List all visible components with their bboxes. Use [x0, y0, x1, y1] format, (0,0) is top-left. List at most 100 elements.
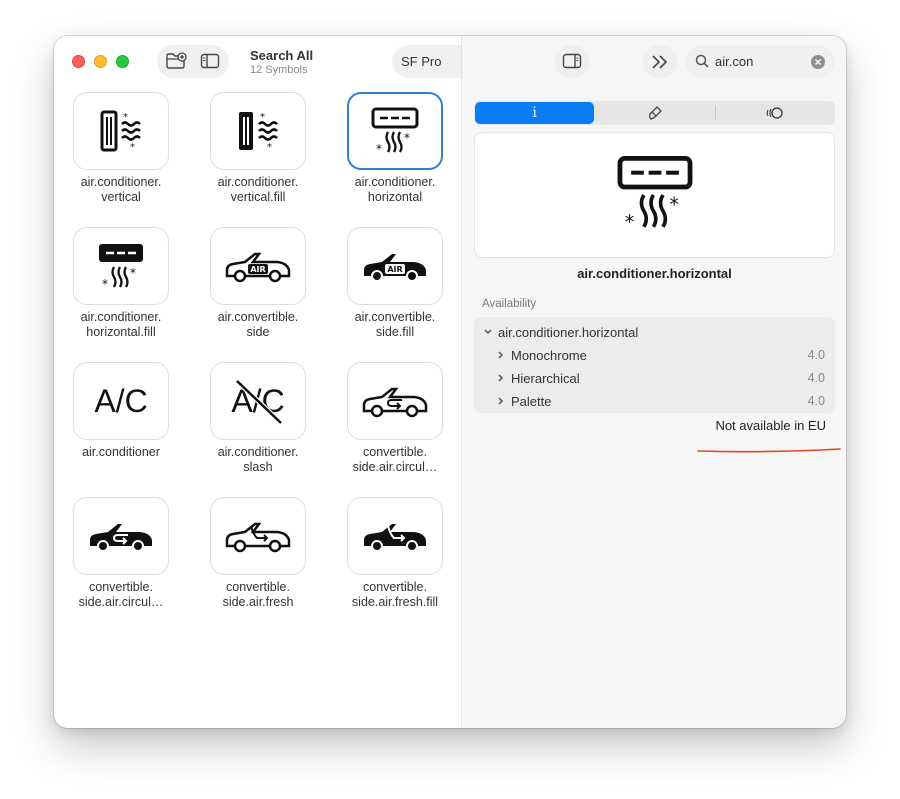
- symbol-name: air.conditioner. horizontal.fill: [80, 310, 162, 339]
- symbol-tile-selected[interactable]: * *: [347, 92, 443, 170]
- symbol-preview: * *: [474, 132, 835, 258]
- symbol-tile[interactable]: * *: [73, 227, 169, 305]
- search-field[interactable]: [685, 45, 835, 78]
- svg-text:*: *: [376, 142, 382, 156]
- svg-text:AIR: AIR: [387, 265, 402, 274]
- air-conditioner-vertical-icon: * *: [100, 110, 141, 153]
- clear-search-button[interactable]: [811, 55, 825, 69]
- symbol-name: convertible. side.air.circul…: [352, 445, 438, 474]
- svg-text:AIR: AIR: [250, 265, 265, 274]
- symbol-name: air.conditioner. slash: [217, 445, 299, 474]
- symbol-tile[interactable]: [347, 497, 443, 575]
- more-toolbar-items-button[interactable]: [642, 45, 678, 78]
- svg-text:*: *: [123, 112, 128, 123]
- symbol-cell[interactable]: * * air.conditioner. vertical: [56, 92, 186, 205]
- svg-text:*: *: [624, 210, 634, 233]
- mode-version: 4.0: [807, 394, 825, 408]
- tab-info[interactable]: i: [475, 102, 595, 124]
- search-input[interactable]: [715, 54, 805, 69]
- selected-symbol-name: air.conditioner.horizontal: [577, 266, 732, 281]
- symbol-tile[interactable]: A/C: [73, 362, 169, 440]
- symbol-tile[interactable]: [73, 497, 169, 575]
- toggle-inspector-button[interactable]: [554, 45, 590, 78]
- paintbrush-icon: [649, 106, 662, 120]
- symbol-cell-selected[interactable]: * * air.conditioner. horizontal: [330, 92, 460, 205]
- air-conditioner-text-icon: A/C: [94, 382, 148, 419]
- sidebar-left-icon: [200, 53, 220, 69]
- mode-label: Hierarchical: [511, 370, 580, 386]
- convertible-air-fresh-icon: [225, 522, 291, 553]
- symbol-tile[interactable]: [347, 362, 443, 440]
- convertible-air-fresh-fill-icon: [364, 524, 426, 552]
- tab-rendering[interactable]: [595, 101, 714, 125]
- air-convertible-side-icon: AIR: [225, 252, 291, 283]
- symbol-cell[interactable]: * * air.conditioner. horizontal.fill: [56, 227, 186, 340]
- svg-text:*: *: [102, 277, 108, 291]
- annotation-underline: [697, 448, 841, 453]
- mode-version: 4.0: [807, 371, 825, 385]
- search-icon: [695, 54, 709, 68]
- inspector-pane: i * * air.conditioner.horizontal Availab…: [461, 36, 846, 728]
- convertible-air-circulate-icon: [362, 387, 428, 418]
- symbol-name: air.convertible. side.fill: [354, 310, 436, 339]
- inspector-tabs: i: [474, 101, 835, 125]
- sidebar-right-icon: [562, 53, 582, 69]
- minimize-window-button[interactable]: [94, 55, 107, 68]
- availability-mode-row[interactable]: Monochrome 4.0: [474, 344, 835, 366]
- zoom-window-button[interactable]: [116, 55, 129, 68]
- symbol-cell[interactable]: AIR air.convertible. side.fill: [330, 227, 460, 340]
- window-title: Search All: [250, 48, 314, 63]
- symbol-cell[interactable]: convertible. side.air.circul…: [330, 362, 460, 475]
- symbol-tile[interactable]: AIR: [347, 227, 443, 305]
- availability-mode-row[interactable]: Hierarchical 4.0: [474, 367, 835, 389]
- close-window-button[interactable]: [72, 55, 85, 68]
- symbol-browser-pane: Search All 12 Symbols SF Pro * * air.con…: [54, 36, 547, 728]
- slash-icon: [235, 379, 283, 425]
- convertible-air-circulate-fill-icon: [90, 524, 152, 552]
- svg-text:*: *: [267, 142, 272, 153]
- symbol-cell[interactable]: A/C air.conditioner.slash: [193, 362, 323, 475]
- symbol-cell[interactable]: convertible. side.air.fresh.fill: [330, 497, 460, 610]
- symbol-tile[interactable]: AIR: [210, 227, 306, 305]
- symbol-count: 12 Symbols: [250, 64, 308, 76]
- mode-label: Monochrome: [511, 347, 587, 363]
- chevron-right-icon: [498, 374, 504, 382]
- mode-label: Palette: [511, 393, 552, 409]
- window-title-block: Search All 12 Symbols: [250, 48, 313, 76]
- symbol-name: air.conditioner. vertical.fill: [217, 175, 299, 204]
- availability-heading: Availability: [482, 298, 537, 310]
- svg-text:*: *: [260, 112, 265, 123]
- symbol-name: air.conditioner: [82, 445, 160, 459]
- symbol-name: air.conditioner. vertical: [80, 175, 162, 204]
- chevron-right-icon: [498, 397, 504, 405]
- folder-plus-icon: [166, 52, 187, 69]
- symbol-name: convertible. side.air.fresh.fill: [351, 580, 439, 609]
- symbol-cell[interactable]: convertible. side.air.fresh: [193, 497, 323, 610]
- close-icon: [814, 58, 822, 66]
- air-conditioner-horizontal-icon: * *: [371, 107, 419, 156]
- symbols-window: Search All 12 Symbols SF Pro * * air.con…: [54, 36, 846, 728]
- variable-value-icon: [766, 107, 784, 119]
- chevron-right-icon: [498, 351, 504, 359]
- availability-mode-row[interactable]: Palette 4.0: [474, 390, 835, 412]
- air-conditioner-vertical-fill-icon: * *: [239, 112, 278, 153]
- new-collection-button[interactable]: [161, 48, 191, 74]
- svg-text:*: *: [404, 131, 410, 145]
- symbol-cell[interactable]: * * air.conditioner. vertical.fill: [193, 92, 323, 205]
- availability-root-row[interactable]: air.conditioner.horizontal: [474, 321, 835, 343]
- symbol-tile[interactable]: * *: [210, 92, 306, 170]
- air-conditioner-horizontal-preview-icon: * *: [617, 155, 692, 233]
- info-icon: i: [532, 105, 537, 121]
- svg-text:*: *: [130, 266, 136, 280]
- symbol-cell[interactable]: A/C air.conditioner: [56, 362, 186, 460]
- symbol-tile[interactable]: A/C: [210, 362, 306, 440]
- symbol-cell[interactable]: AIR air.convertible. side: [193, 227, 323, 340]
- symbol-name: air.convertible. side: [217, 310, 299, 339]
- symbol-cell[interactable]: convertible. side.air.circul…: [56, 497, 186, 610]
- symbol-tile[interactable]: * *: [73, 92, 169, 170]
- availability-tree: air.conditioner.horizontal Monochrome 4.…: [474, 317, 835, 413]
- svg-text:*: *: [669, 193, 679, 216]
- toggle-sidebar-button[interactable]: [195, 48, 225, 74]
- symbol-tile[interactable]: [210, 497, 306, 575]
- tab-variable[interactable]: [716, 101, 835, 125]
